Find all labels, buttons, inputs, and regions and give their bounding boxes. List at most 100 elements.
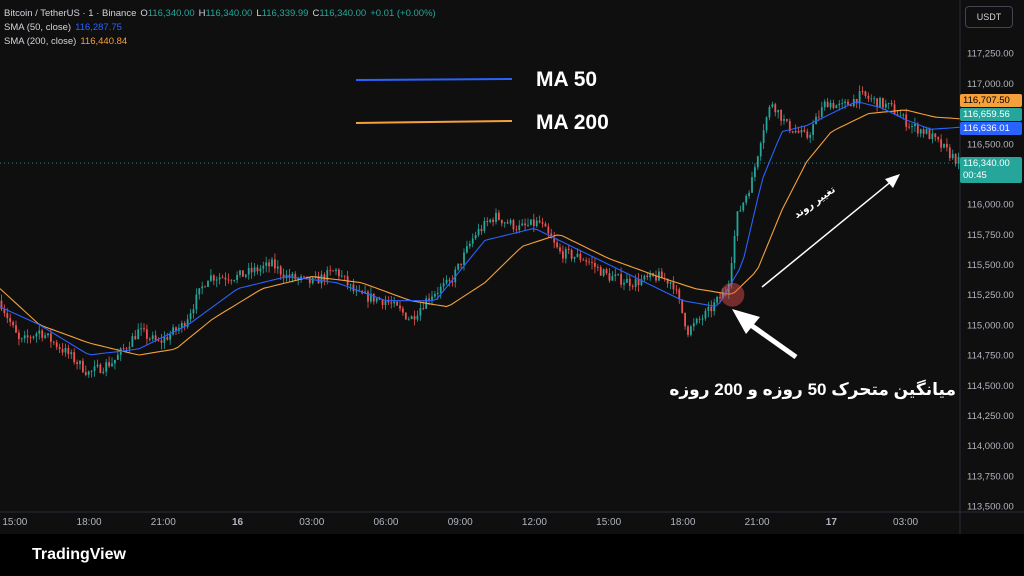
candle-body <box>221 277 224 279</box>
candle-body <box>463 252 465 265</box>
candle-body <box>739 210 742 212</box>
x-tick-label: 17 <box>826 517 838 528</box>
candle-body <box>76 362 78 365</box>
candle-body <box>58 347 61 350</box>
candle-body <box>585 260 588 262</box>
x-tick-label: 09:00 <box>448 517 473 528</box>
candle-body <box>148 338 151 340</box>
candle-body <box>518 225 521 230</box>
y-tick-label: 114,000.00 <box>967 441 1014 452</box>
candle-body <box>553 238 556 243</box>
candle-body <box>611 276 614 281</box>
candle-body <box>396 301 398 306</box>
candle-body <box>259 268 262 272</box>
candle-body <box>704 310 707 319</box>
candle-body <box>434 293 436 297</box>
candle-body <box>44 335 46 338</box>
candle-body <box>800 130 803 133</box>
candle-body <box>582 259 585 261</box>
candle-body <box>445 279 448 284</box>
candle-body <box>276 266 279 269</box>
candle-body <box>41 330 44 338</box>
candle-body <box>131 336 134 347</box>
candle-body <box>567 248 570 250</box>
candle-body <box>402 308 404 313</box>
candle-body <box>108 362 110 367</box>
candle-body <box>218 277 221 280</box>
candle-body <box>634 279 637 287</box>
candle-body <box>111 363 113 367</box>
trend-arrow-head <box>885 174 900 188</box>
candle-body <box>751 177 753 193</box>
last-price-value: 116,340.00 <box>963 158 1010 169</box>
candle-body <box>710 306 713 312</box>
candle-body <box>32 336 35 338</box>
candle-body <box>887 102 890 104</box>
chart-area[interactable]: 113,500.00 113,750.00 114,000.00 114,250.00… <box>0 0 1024 534</box>
candle-body <box>620 273 622 285</box>
candle-body <box>626 278 628 283</box>
y-tick-label: 113,500.00 <box>967 502 1014 513</box>
candle-body <box>419 308 422 316</box>
candle-body <box>829 103 832 108</box>
candle-body <box>460 263 462 265</box>
candle-body <box>570 249 573 259</box>
legend-symbol[interactable]: Bitcoin / TetherUS · 1 · Binance <box>4 8 136 19</box>
y-tick-label: 114,750.00 <box>967 351 1014 362</box>
candle-body <box>20 338 23 340</box>
candle-body <box>562 251 564 259</box>
candle-body <box>407 318 410 320</box>
sma200-price-tag: 116,707.50 <box>960 94 1022 107</box>
candle-body <box>93 366 96 371</box>
candle-body <box>70 352 73 355</box>
candle-body <box>905 114 908 127</box>
candle-body <box>690 326 692 335</box>
candle-body <box>256 267 259 272</box>
candle-body <box>64 348 67 353</box>
candle-body <box>166 337 169 340</box>
candle-body <box>873 98 876 100</box>
candle-body <box>329 270 332 271</box>
candle-body <box>940 139 942 148</box>
candle-body <box>937 137 940 140</box>
legend-sma200-row[interactable]: SMA (200, close) 116,440.84 <box>4 35 440 49</box>
ma200-legend-line <box>355 120 513 124</box>
currency-button[interactable]: USDT <box>965 6 1013 28</box>
candle-body <box>742 202 745 211</box>
candle-body <box>410 316 413 319</box>
x-tick-label: 18:00 <box>670 517 695 528</box>
candle-body <box>698 318 701 320</box>
candle-body <box>943 143 945 148</box>
candle-body <box>448 279 451 281</box>
candle-body <box>134 336 137 340</box>
candle-body <box>771 104 774 107</box>
candle-body <box>867 95 870 99</box>
candle-body <box>204 286 206 288</box>
candle-body <box>596 266 599 268</box>
candle-body <box>884 103 887 108</box>
x-tick-label: 16 <box>232 517 244 528</box>
candle-body <box>268 262 270 267</box>
ma50-legend-line <box>355 78 513 81</box>
candle-body <box>102 371 105 373</box>
candle-body <box>230 280 233 282</box>
candle-body <box>498 212 500 220</box>
candle-body <box>355 290 358 292</box>
candle-body <box>823 101 826 108</box>
candle-body <box>372 293 375 302</box>
legend-sma200-value: 116,440.84 <box>80 36 128 47</box>
candle-body <box>239 270 241 275</box>
candle-body <box>195 294 198 310</box>
chart-canvas[interactable]: 113,500.00 113,750.00 114,000.00 114,250.00… <box>0 0 1024 534</box>
candle-body <box>934 133 937 138</box>
candle-body <box>338 269 340 277</box>
candle-body <box>140 328 142 330</box>
candle-body <box>227 279 230 281</box>
y-tick-label: 115,500.00 <box>967 260 1014 271</box>
legend-sma50-row[interactable]: SMA (50, close) 116,287.75 <box>4 21 440 35</box>
candle-body <box>404 312 407 320</box>
candle-body <box>530 219 532 225</box>
candle-body <box>35 333 38 337</box>
candle-body <box>343 275 346 277</box>
candle-body <box>163 337 166 343</box>
